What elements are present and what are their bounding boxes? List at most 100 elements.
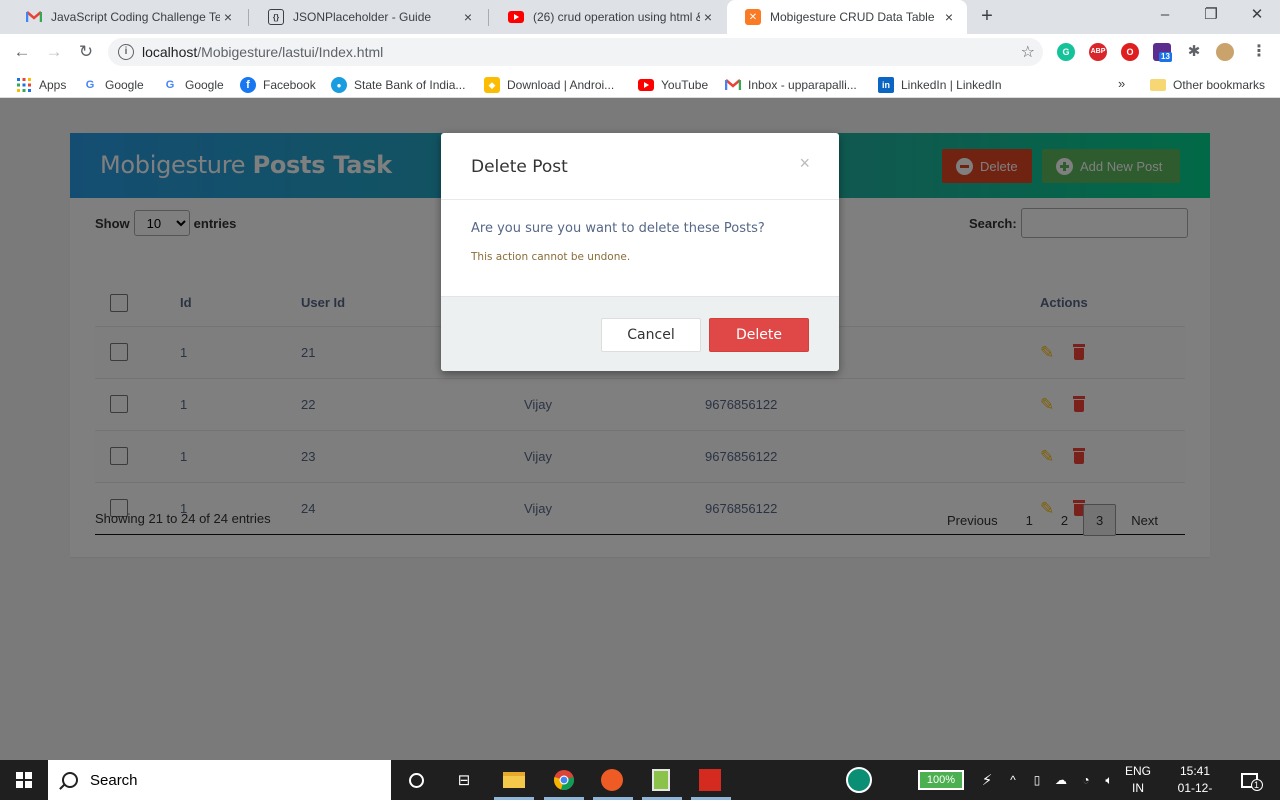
clock-date: 01-12-2020 bbox=[1177, 781, 1213, 800]
bookmark-label: Apps bbox=[39, 78, 67, 92]
folder-icon bbox=[1150, 79, 1166, 91]
tab-separator bbox=[248, 9, 249, 26]
bookmark-download-android[interactable]: ◆ Download | Androi... bbox=[484, 76, 614, 94]
bookmark-other[interactable]: Other bookmarks bbox=[1150, 76, 1265, 94]
notification-center-icon[interactable]: 1 bbox=[1236, 767, 1263, 793]
modal-close-icon[interactable]: × bbox=[799, 153, 810, 174]
bookmark-label: Google bbox=[105, 78, 144, 92]
address-bar[interactable]: i localhost/Mobigesture/lastui/Index.htm… bbox=[108, 38, 1043, 66]
apps-grid-icon bbox=[16, 77, 32, 93]
bookmark-label: Inbox - upparapalli... bbox=[748, 78, 857, 92]
gmail-icon bbox=[26, 9, 42, 25]
bookmark-label: LinkedIn | LinkedIn bbox=[901, 78, 1002, 92]
task-view-icon[interactable]: ⊟ bbox=[451, 767, 477, 793]
bookmark-google[interactable]: G Google bbox=[82, 76, 144, 94]
bookmark-star-icon[interactable]: ☆ bbox=[1021, 42, 1035, 62]
delete-post-modal: Delete Post × Are you sure you want to d… bbox=[441, 133, 839, 371]
opera-extension-icon[interactable]: O bbox=[1121, 43, 1139, 61]
tab-mobigesture-crud[interactable]: ✕ Mobigesture CRUD Data Table × bbox=[727, 0, 967, 34]
grammarly-extension-icon[interactable]: G bbox=[1057, 43, 1075, 61]
windows-taskbar: Search ⊟ 100% ⚡ ^ ▯ ☁ ◔ 🔈︎ ENG IN 15:41 … bbox=[0, 760, 1280, 800]
google-icon: G bbox=[165, 79, 175, 91]
notification-count: 1 bbox=[1250, 778, 1263, 791]
bookmark-apps[interactable]: Apps bbox=[16, 76, 66, 94]
modal-question: Are you sure you want to delete these Po… bbox=[471, 221, 765, 236]
postman-icon[interactable] bbox=[599, 767, 625, 793]
site-info-icon[interactable]: i bbox=[118, 44, 134, 60]
gmail-icon bbox=[725, 77, 741, 93]
bookmarks-overflow-icon[interactable]: » bbox=[1118, 76, 1125, 91]
tab-title: (26) crud operation using html & bbox=[533, 10, 700, 24]
restore-button[interactable]: ❐ bbox=[1198, 4, 1224, 26]
bookmark-sbi[interactable]: ● State Bank of India... bbox=[331, 76, 465, 94]
browser-toolbar: ← → ↻ i localhost/Mobigesture/lastui/Ind… bbox=[0, 34, 1280, 71]
taskbar-search-placeholder: Search bbox=[90, 771, 138, 789]
tab-title: Mobigesture CRUD Data Table bbox=[770, 10, 935, 24]
clock-time: 15:41 bbox=[1179, 764, 1211, 778]
youtube-icon bbox=[508, 9, 524, 25]
taskbar-search-box[interactable]: Search bbox=[48, 760, 391, 800]
cortana-icon[interactable] bbox=[403, 767, 429, 793]
tab-youtube-crud[interactable]: (26) crud operation using html & × bbox=[490, 0, 726, 34]
xampp-icon: ✕ bbox=[745, 9, 761, 25]
file-explorer-icon[interactable] bbox=[501, 767, 527, 793]
language-indicator[interactable]: ENG IN bbox=[1124, 763, 1152, 797]
tab-javascript-challenge[interactable]: JavaScript Coding Challenge Test × bbox=[8, 0, 246, 34]
youtube-icon bbox=[638, 77, 654, 93]
tab-jsonplaceholder[interactable]: {} JSONPlaceholder - Guide × bbox=[250, 0, 486, 34]
bookmark-google[interactable]: G Google bbox=[162, 76, 224, 94]
modal-footer: Cancel Delete bbox=[441, 296, 839, 371]
bookmarks-bar: Apps G Google G Google f Facebook ● Stat… bbox=[0, 71, 1280, 98]
browser-tab-bar: JavaScript Coding Challenge Test × {} JS… bbox=[0, 0, 1280, 34]
tab-title: JavaScript Coding Challenge Test bbox=[51, 10, 220, 24]
window-close-button[interactable]: ✕ bbox=[1244, 4, 1270, 26]
extension-with-badge-icon[interactable]: 13 bbox=[1153, 43, 1172, 62]
bookmark-linkedin[interactable]: in LinkedIn | LinkedIn bbox=[878, 76, 1002, 94]
activity-monitor-icon[interactable] bbox=[846, 767, 872, 793]
adblock-extension-icon[interactable]: ABP bbox=[1089, 43, 1107, 61]
bookmark-youtube[interactable]: YouTube bbox=[638, 76, 708, 94]
system-clock[interactable]: 15:41 01-12-2020 bbox=[1165, 763, 1225, 800]
jsonplaceholder-icon: {} bbox=[268, 9, 284, 25]
bookmark-label: Download | Androi... bbox=[507, 78, 615, 92]
bookmark-label: Other bookmarks bbox=[1173, 78, 1266, 92]
chrome-icon[interactable] bbox=[551, 767, 577, 793]
back-arrow-icon[interactable]: ← bbox=[10, 40, 34, 64]
cloud-sync-icon[interactable]: ☁ bbox=[1048, 767, 1074, 793]
extensions-puzzle-icon[interactable]: ✱ bbox=[1185, 43, 1203, 61]
bookmark-label: YouTube bbox=[661, 78, 709, 92]
close-tab-icon[interactable]: × bbox=[220, 9, 236, 25]
cancel-button[interactable]: Cancel bbox=[601, 318, 701, 352]
forward-arrow-icon[interactable]: → bbox=[42, 40, 66, 64]
bookmark-facebook[interactable]: f Facebook bbox=[240, 76, 316, 94]
notepad-icon[interactable] bbox=[648, 767, 674, 793]
bookmark-label: Google bbox=[185, 78, 224, 92]
minimize-button[interactable]: – bbox=[1152, 4, 1178, 26]
modal-title: Delete Post bbox=[471, 157, 568, 177]
profile-avatar[interactable] bbox=[1216, 43, 1234, 61]
menu-dots-icon[interactable]: ⋮ bbox=[1250, 43, 1268, 61]
modal-header: Delete Post × bbox=[441, 133, 839, 200]
volume-icon[interactable]: 🔈︎ bbox=[1096, 767, 1122, 793]
google-icon: G bbox=[85, 79, 95, 91]
close-tab-icon[interactable]: × bbox=[700, 9, 716, 25]
battery-indicator[interactable]: 100% bbox=[918, 770, 964, 790]
power-plug-icon[interactable]: ⚡ bbox=[974, 767, 1000, 793]
facebook-icon: f bbox=[240, 77, 256, 93]
show-hidden-icons-chevron-icon[interactable]: ^ bbox=[1000, 767, 1026, 793]
windows-start-icon[interactable] bbox=[16, 772, 32, 788]
tab-title: JSONPlaceholder - Guide bbox=[293, 10, 432, 24]
device-icon[interactable]: ▯ bbox=[1024, 767, 1050, 793]
search-icon bbox=[62, 772, 78, 788]
bookmark-label: State Bank of India... bbox=[354, 78, 466, 92]
reload-icon[interactable]: ↻ bbox=[74, 40, 98, 64]
acrobat-reader-icon[interactable] bbox=[697, 767, 723, 793]
confirm-delete-button[interactable]: Delete bbox=[709, 318, 809, 352]
bookmark-inbox[interactable]: Inbox - upparapalli... bbox=[725, 76, 857, 94]
url-path: /Mobigesture/lastui/Index.html bbox=[197, 44, 384, 60]
download-icon: ◆ bbox=[484, 77, 500, 93]
close-tab-icon[interactable]: × bbox=[941, 9, 957, 25]
linkedin-icon: in bbox=[878, 77, 894, 93]
close-tab-icon[interactable]: × bbox=[460, 9, 476, 25]
new-tab-button[interactable]: + bbox=[976, 5, 998, 27]
